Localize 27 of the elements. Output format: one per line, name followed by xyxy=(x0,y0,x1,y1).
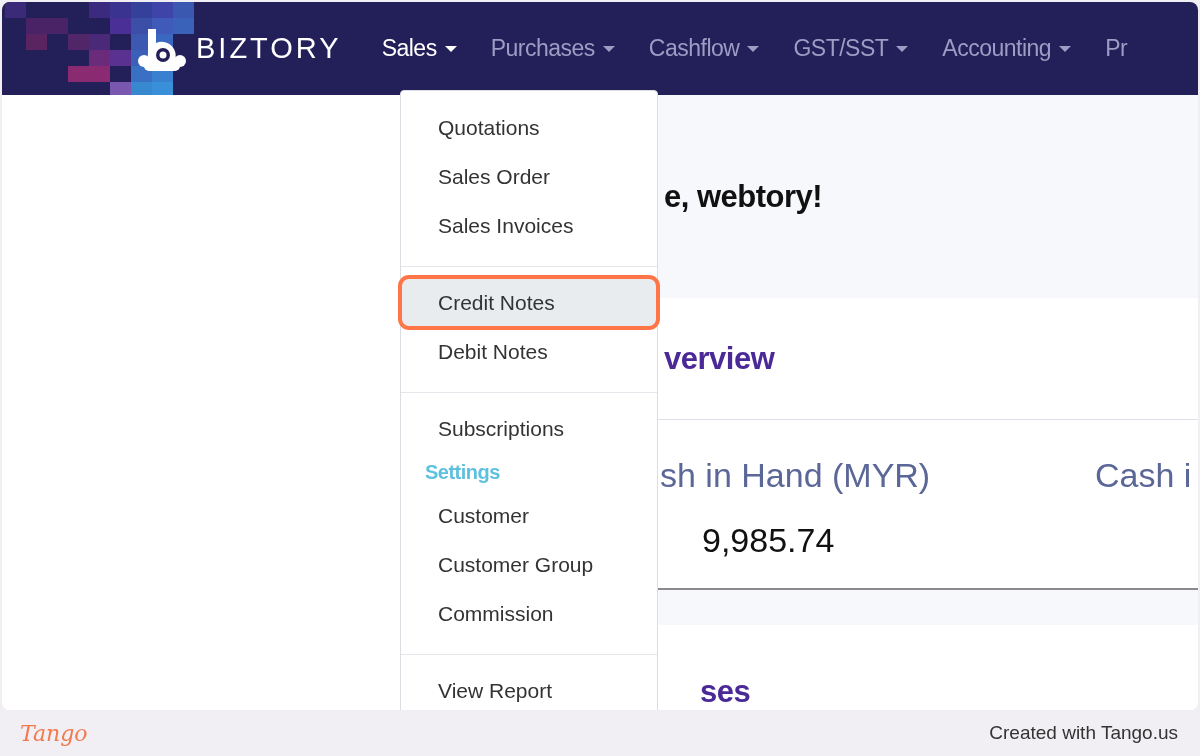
nav-menu-link[interactable]: Pr xyxy=(1105,31,1128,66)
menu-item[interactable]: Sales Invoices xyxy=(401,201,657,250)
stat-label: Cash i xyxy=(1095,455,1192,494)
menu-item[interactable]: Customer Group xyxy=(401,540,657,589)
stat-label: sh in Hand (MYR) xyxy=(660,454,932,496)
welcome-heading: e, webtory! xyxy=(664,177,823,216)
tango-logo: Tango xyxy=(20,719,88,748)
menu-item[interactable]: Debit Notes xyxy=(401,327,657,376)
menu-item[interactable]: Quotations xyxy=(401,103,657,152)
section-title: ses xyxy=(700,672,752,710)
menu-item[interactable]: View Report xyxy=(401,666,657,710)
menu-section-header: Settings xyxy=(424,460,501,485)
menu-item[interactable]: Sales Order xyxy=(401,152,657,201)
logo-icon xyxy=(138,26,186,71)
nav-menu-link[interactable]: Accounting xyxy=(942,31,1072,66)
menu-item[interactable]: Commission xyxy=(401,589,657,638)
nav-menu-link[interactable]: Purchases xyxy=(490,31,615,66)
credit-text: Created with Tango.us xyxy=(989,720,1178,745)
menu-item[interactable]: Customer xyxy=(401,491,657,540)
overview-title: verview xyxy=(664,339,775,377)
nav-menu-link[interactable]: Cashflow xyxy=(648,31,760,66)
menu-item[interactable]: Credit Notes xyxy=(401,278,657,327)
nav-menu-link[interactable]: GST/SST xyxy=(793,31,909,66)
nav-menu-link[interactable]: Sales xyxy=(381,31,457,66)
menu-item[interactable]: Subscriptions xyxy=(401,404,657,453)
brand-name: BIZTORY xyxy=(196,30,342,66)
stat-value: 9,985.74 xyxy=(702,519,836,561)
